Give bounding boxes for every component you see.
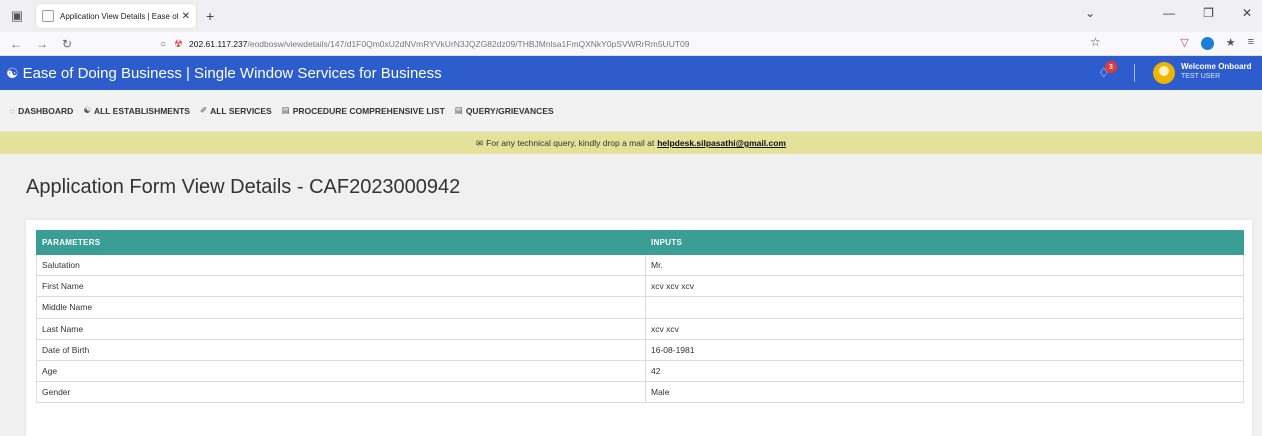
minimize-icon[interactable]: —: [1163, 6, 1175, 20]
building-icon: ☯: [6, 64, 19, 81]
avatar[interactable]: [1153, 62, 1175, 84]
url-host: 202.61.117.237: [189, 39, 248, 49]
param-cell: Middle Name: [36, 296, 646, 319]
nav-label: ALL ESTABLISHMENTS: [93, 105, 190, 116]
input-cell: xcv xcv xcv: [645, 275, 1244, 298]
address-bar[interactable]: ○ ☢ 202.61.117.237/eodbosw/viewdetails/1…: [160, 35, 1101, 53]
input-cell: xcv xcv: [645, 317, 1244, 340]
insecure-lock-icon[interactable]: ☢: [174, 39, 183, 50]
account-icon[interactable]: [1200, 37, 1214, 50]
input-cell: Mr.: [645, 253, 1244, 277]
close-window-icon[interactable]: ✕: [1242, 6, 1252, 20]
nav-label: DASHBOARD: [18, 105, 74, 116]
tab-title: Application View Details | Ease of d: [60, 11, 178, 21]
nav-procedure-list[interactable]: ▤ PROCEDURE COMPREHENSIVE LIST: [282, 105, 445, 116]
forward-arrow-icon[interactable]: →: [36, 37, 48, 51]
main-nav: ◌ DASHBOARD ☯ ALL ESTABLISHMENTS ✐ ALL SERV…: [0, 90, 1262, 132]
table-row: Date of Birth 16-08-1981: [36, 338, 1244, 361]
details-card: PARAMETERS INPUTS Salutation Mr. First Na…: [26, 220, 1252, 436]
back-arrow-icon[interactable]: ←: [10, 37, 22, 51]
welcome-text: Welcome Onboard: [1181, 62, 1252, 71]
tab-list-icon[interactable]: ▣: [6, 5, 28, 27]
reload-icon[interactable]: ↻: [62, 37, 72, 51]
building-icon: ☯: [83, 105, 91, 115]
param-cell: Salutation: [36, 253, 646, 277]
dashboard-icon: ◌: [10, 105, 16, 116]
nav-all-services[interactable]: ✐ ALL SERVICES: [200, 105, 272, 116]
param-cell: Gender: [36, 381, 646, 404]
column-header-parameters: PARAMETERS: [36, 230, 646, 255]
nav-all-establishments[interactable]: ☯ ALL ESTABLISHMENTS: [83, 105, 190, 116]
list-icon: ▤: [281, 105, 290, 115]
nav-label: PROCEDURE COMPREHENSIVE LIST: [292, 105, 445, 116]
param-cell: Age: [36, 359, 646, 383]
page-title: Application Form View Details - CAF20230…: [26, 176, 461, 198]
browser-nav-bar: ← → ↻ ○ ☢ 202.61.117.237/eodbosw/viewdet…: [0, 32, 1262, 56]
brand-title[interactable]: Ease of Doing Business | Single Window S…: [23, 65, 442, 82]
input-cell: Male: [645, 381, 1244, 404]
notice-bar: ✉ For any technical query, kindly drop a…: [0, 132, 1262, 154]
wrench-icon: ✐: [199, 105, 208, 115]
bookmark-star-icon[interactable]: ☆: [1090, 35, 1101, 49]
restore-icon[interactable]: ❐: [1203, 6, 1214, 20]
table-row: Last Name xcv xcv: [36, 317, 1244, 340]
browser-toolbar-right: ▽ ★ ≡: [1180, 36, 1254, 50]
notification-badge: 3: [1105, 61, 1117, 73]
param-cell: First Name: [36, 275, 646, 298]
extensions-icon[interactable]: ★: [1226, 36, 1236, 50]
shield-icon[interactable]: ○: [160, 39, 166, 50]
input-cell: 42: [645, 359, 1244, 383]
browser-tab[interactable]: Application View Details | Ease of d ✕: [36, 4, 196, 28]
details-table: PARAMETERS INPUTS Salutation Mr. First Na…: [36, 230, 1244, 404]
table-header-row: PARAMETERS INPUTS: [36, 230, 1244, 255]
column-header-inputs: INPUTS: [645, 230, 1244, 255]
favicon-icon: [42, 10, 54, 22]
input-cell: 16-08-1981: [645, 338, 1244, 361]
table-row: First Name xcv xcv xcv: [36, 275, 1244, 298]
main-content: Application Form View Details - CAF20230…: [0, 154, 1262, 436]
pocket-icon[interactable]: ▽: [1180, 36, 1188, 50]
chevron-down-icon[interactable]: ⌄: [1085, 6, 1095, 20]
input-cell: [645, 296, 1244, 319]
table-row: Gender Male: [36, 381, 1244, 404]
helpdesk-email-link[interactable]: helpdesk.silpasathi@gmail.com: [657, 138, 786, 148]
table-row: Age 42: [36, 359, 1244, 383]
window-controls: ⌄ — ❐ ✕: [1085, 6, 1252, 20]
envelope-icon: ✉: [476, 137, 484, 148]
menu-icon[interactable]: ≡: [1248, 36, 1254, 50]
table-row: Salutation Mr.: [36, 253, 1244, 277]
param-cell: Last Name: [36, 317, 646, 340]
nav-label: ALL SERVICES: [210, 105, 272, 116]
nav-label: QUERY/GRIEVANCES: [465, 105, 554, 116]
header-divider: [1134, 64, 1135, 82]
list-icon: ▤: [454, 105, 463, 115]
notice-text: For any technical query, kindly drop a m…: [486, 138, 655, 148]
table-row: Middle Name: [36, 296, 1244, 319]
user-name: TEST USER: [1181, 73, 1221, 80]
new-tab-button[interactable]: +: [206, 8, 214, 24]
app-header: ☯ Ease of Doing Business | Single Window…: [0, 56, 1262, 90]
url-path: /eodbosw/viewdetails/147/d1F0Qm0xU2dNVmR…: [247, 39, 690, 49]
nav-dashboard[interactable]: ◌ DASHBOARD: [10, 106, 73, 116]
param-cell: Date of Birth: [36, 338, 646, 361]
browser-tab-bar: ▣ Application View Details | Ease of d ✕…: [0, 0, 1262, 32]
nav-query-grievances[interactable]: ▤ QUERY/GRIEVANCES: [455, 105, 554, 116]
close-icon[interactable]: ✕: [182, 11, 190, 22]
